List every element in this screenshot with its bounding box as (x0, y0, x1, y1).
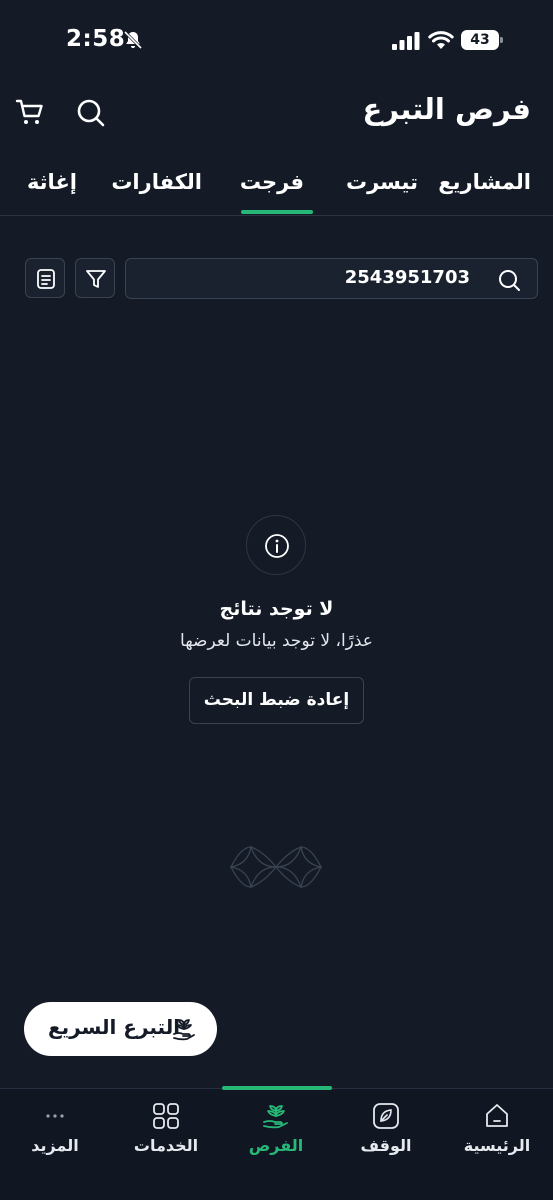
empty-state-subtitle: عذرًا، لا توجد بيانات لعرضها (180, 631, 373, 651)
tab-farajat[interactable]: فرجت (240, 170, 304, 194)
status-time: 2:58 (66, 26, 126, 52)
tab-taysarat[interactable]: تيسرت (346, 170, 418, 194)
filter-button[interactable] (75, 258, 115, 298)
tab-kaffarat[interactable]: الكفارات (111, 170, 202, 194)
nav-label-home: الرئيسية (463, 1136, 531, 1155)
app-header: فرص التبرع (0, 80, 553, 144)
hand-plant-icon (263, 1105, 288, 1129)
quick-donate-label: التبرع السريع (48, 1015, 181, 1039)
document-list-icon (37, 269, 55, 289)
tab-projects[interactable]: المشاريع (438, 170, 531, 194)
page-title: فرص التبرع (362, 92, 532, 126)
nav-label-waqf: الوقف (360, 1136, 412, 1155)
nav-item-home[interactable]: الرئيسية (442, 1089, 552, 1169)
empty-state-title: لا توجد نتائج (219, 598, 334, 620)
logo-watermark-icon (229, 845, 323, 889)
category-tabs: المشاريع تيسرت فرجت الكفارات إغاثة (0, 160, 553, 216)
cart-icon[interactable] (14, 96, 46, 128)
nav-label-more: المزيد (31, 1136, 79, 1155)
nav-label-opportunities: الفرص (248, 1136, 304, 1155)
nav-item-waqf[interactable]: الوقف (331, 1089, 441, 1169)
info-icon (265, 534, 289, 558)
bell-off-icon (123, 30, 143, 50)
cellular-signal-icon (392, 32, 420, 50)
reset-search-button[interactable]: إعادة ضبط البحث (189, 677, 364, 724)
active-tab-indicator (241, 210, 313, 214)
nav-item-services[interactable]: الخدمات (111, 1089, 221, 1169)
empty-state-icon-wrapper (246, 515, 306, 575)
more-icon (46, 1114, 64, 1118)
list-view-button[interactable] (25, 258, 65, 298)
home-icon (486, 1104, 508, 1127)
status-bar: 2:58 43 (0, 0, 553, 80)
search-field-icon (499, 270, 520, 291)
nav-label-services: الخدمات (133, 1136, 199, 1155)
filter-icon (86, 270, 106, 288)
grid-icon (153, 1103, 179, 1129)
battery-level: 43 (461, 30, 499, 50)
leaf-icon (373, 1103, 399, 1129)
nav-item-more[interactable]: المزيد (0, 1089, 110, 1169)
search-input[interactable]: 2543951703 (125, 258, 538, 299)
tab-relief[interactable]: إغاثة (27, 170, 77, 194)
search-query: 2543951703 (344, 267, 470, 288)
wifi-icon (428, 31, 454, 49)
nav-item-opportunities[interactable]: الفرص (221, 1089, 331, 1169)
hand-plant-icon (173, 1019, 195, 1041)
bottom-navigation: الرئيسية الوقف الفرص الخدمات المزيد (0, 1086, 553, 1200)
search-icon[interactable] (74, 96, 106, 128)
battery-icon: 43 (461, 30, 503, 50)
quick-donate-button[interactable]: التبرع السريع (24, 1002, 217, 1056)
